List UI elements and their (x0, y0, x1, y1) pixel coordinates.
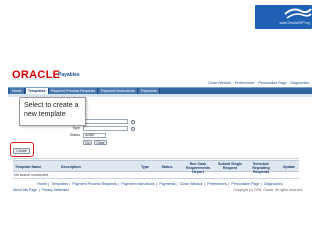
diagnostics-link[interactable]: Diagnostics (291, 81, 310, 85)
type-input[interactable] (83, 126, 128, 131)
global-links: Close Window Preferences Personalize Pag… (208, 81, 312, 85)
results-divider (13, 158, 299, 159)
footer-link-home[interactable]: Home (37, 182, 47, 186)
footer-link-payments[interactable]: Payments (159, 182, 175, 186)
search-icon[interactable] (131, 126, 135, 131)
logo-text: www.OracleERP.org (279, 21, 310, 25)
no-search-message: No search conducted. (14, 173, 49, 177)
status-select[interactable]: Active (83, 133, 106, 138)
personalize-page-link[interactable]: Personalize Page (258, 81, 286, 85)
footer-link-payment-process-requests[interactable]: Payment Process Requests (72, 182, 116, 186)
oracle-brand: ORACLE (12, 69, 61, 81)
close-window-link[interactable]: Close Window (208, 81, 231, 85)
template-name-input[interactable] (83, 119, 128, 124)
go-button[interactable]: Go (83, 140, 92, 145)
search-icon[interactable] (131, 119, 135, 124)
column-header-submit-single-request: Submit Single Request (218, 162, 242, 171)
footer-link-close-window[interactable]: Close Window (180, 182, 203, 186)
status-row: Status Active (40, 133, 160, 139)
create-button-highlight (10, 142, 34, 157)
column-header-type: Type (140, 165, 150, 169)
footer-bottom: About this Page | Privacy Statement Copy… (13, 188, 303, 192)
status-label: Status (69, 133, 80, 137)
tab-bar: Home Templates Payment Process Requests … (8, 87, 312, 95)
module-title: Payables (58, 72, 80, 78)
column-header-status: Status (161, 165, 173, 169)
clear-button[interactable]: Clear (94, 140, 107, 145)
callout-tooltip: Select to create a new template (19, 97, 86, 126)
type-row: Type (40, 126, 160, 132)
logo-waves-icon (284, 8, 312, 19)
type-label: Type (72, 126, 80, 130)
column-header-description: Description (61, 165, 81, 169)
oracleerp-logo: www.OracleERP.org (255, 5, 312, 29)
footer-link-preferences[interactable]: Preferences (207, 182, 226, 186)
privacy-statement-link[interactable]: Privacy Statement (42, 188, 70, 192)
column-header-schedule-repeating-requests: Schedule Repeating Requests (252, 162, 270, 175)
preferences-link[interactable]: Preferences (235, 81, 254, 85)
column-header-update: Update (282, 165, 296, 169)
oracle-payables-window: ORACLE Payables Close Window Preferences… (8, 67, 312, 222)
footer-links: Home| Templates| Payment Process Request… (37, 182, 283, 186)
footer-link-diagnostics[interactable]: Diagnostics (264, 182, 283, 186)
footer-divider (13, 178, 299, 179)
column-header-run-cash-requirements-report: Run Cash Requirements Report (186, 162, 210, 175)
about-page-link[interactable]: About this Page (13, 188, 37, 192)
copyright-text: Copyright (c) 2006, Oracle. All rights r… (233, 188, 303, 192)
column-header-template-name: Template Name (15, 165, 42, 169)
footer-link-personalize-page[interactable]: Personalize Page (231, 182, 259, 186)
footer-link-templates[interactable]: Templates (52, 182, 68, 186)
results-table-header: Template Name Description Type Status Ru… (13, 160, 299, 175)
app-header: ORACLE Payables Close Window Preferences… (8, 67, 312, 87)
footer-link-payment-instructions[interactable]: Payment Instructions (121, 182, 155, 186)
